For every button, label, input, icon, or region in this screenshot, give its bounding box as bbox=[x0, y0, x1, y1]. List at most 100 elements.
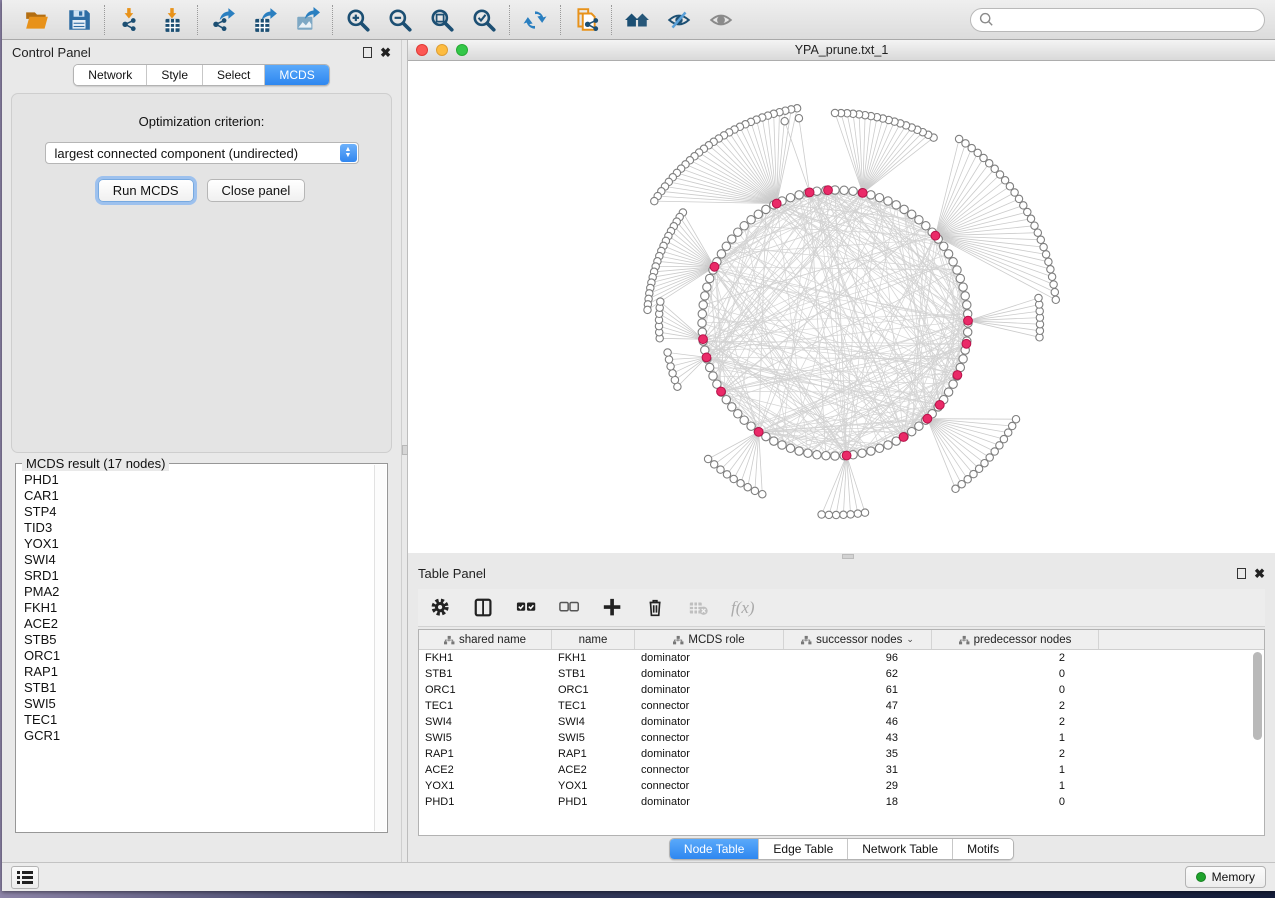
splitter-grip[interactable] bbox=[842, 554, 854, 559]
tab-style[interactable]: Style bbox=[146, 65, 202, 85]
table-cell: SWI4 bbox=[419, 716, 552, 728]
table-cell: dominator bbox=[635, 684, 784, 696]
mcds-result-item[interactable]: PMA2 bbox=[24, 584, 374, 600]
table-header-row: shared namenameMCDS rolesuccessor nodes⌄… bbox=[419, 630, 1264, 650]
table-row[interactable]: ORC1ORC1dominator610 bbox=[419, 682, 1264, 698]
float-panel-icon[interactable] bbox=[1237, 568, 1246, 579]
tab-network-table[interactable]: Network Table bbox=[847, 839, 952, 859]
add-icon[interactable] bbox=[602, 597, 624, 619]
save-icon[interactable] bbox=[65, 6, 93, 34]
horizontal-splitter[interactable] bbox=[408, 553, 1275, 561]
mcds-result-list[interactable]: PHD1CAR1STP4TID3YOX1SWI4SRD1PMA2FKH1ACE2… bbox=[17, 465, 374, 831]
refresh-icon[interactable] bbox=[521, 6, 549, 34]
close-panel-icon[interactable]: ✖ bbox=[1254, 567, 1265, 580]
table-row[interactable]: ACE2ACE2connector311 bbox=[419, 762, 1264, 778]
table-row[interactable]: SWI5SWI5connector431 bbox=[419, 730, 1264, 746]
table-row[interactable]: STB1STB1dominator620 bbox=[419, 666, 1264, 682]
mcds-result-item[interactable]: SWI5 bbox=[24, 696, 374, 712]
float-panel-icon[interactable] bbox=[363, 47, 372, 58]
namespace-icon bbox=[801, 635, 812, 645]
column-header-name[interactable]: name bbox=[552, 630, 635, 649]
export-table-icon[interactable] bbox=[251, 6, 279, 34]
import-network-icon[interactable] bbox=[116, 6, 144, 34]
mcds-result-item[interactable]: ORC1 bbox=[24, 648, 374, 664]
tab-edge-table[interactable]: Edge Table bbox=[758, 839, 847, 859]
home-icon[interactable] bbox=[623, 6, 651, 34]
table-row[interactable]: PHD1PHD1dominator180 bbox=[419, 794, 1264, 810]
table-row[interactable]: RAP1RAP1dominator352 bbox=[419, 746, 1264, 762]
clone-network-icon[interactable] bbox=[572, 6, 600, 34]
table-cell: ORC1 bbox=[552, 684, 635, 696]
mcds-result-item[interactable]: PHD1 bbox=[24, 472, 374, 488]
control-panel-title: Control Panel bbox=[12, 45, 91, 60]
tab-select[interactable]: Select bbox=[202, 65, 264, 85]
run-mcds-button[interactable]: Run MCDS bbox=[98, 179, 194, 202]
hide-eye-icon[interactable] bbox=[665, 6, 693, 34]
import-table-icon[interactable] bbox=[158, 6, 186, 34]
gear-icon[interactable] bbox=[430, 597, 452, 619]
table-cell: YOX1 bbox=[552, 780, 635, 792]
table-row[interactable]: TEC1TEC1connector472 bbox=[419, 698, 1264, 714]
table-cell: PHD1 bbox=[552, 796, 635, 808]
vertical-splitter[interactable] bbox=[401, 40, 408, 862]
mcds-result-item[interactable]: FKH1 bbox=[24, 600, 374, 616]
column-header-MCDS-role[interactable]: MCDS role bbox=[635, 630, 784, 649]
network-window-titlebar: YPA_prune.txt_1 bbox=[408, 40, 1275, 61]
column-header-predecessor-nodes[interactable]: predecessor nodes bbox=[932, 630, 1099, 649]
zoom-fit-icon[interactable] bbox=[428, 6, 456, 34]
mcds-result-item[interactable]: TEC1 bbox=[24, 712, 374, 728]
open-file-icon[interactable] bbox=[23, 6, 51, 34]
mcds-result-item[interactable]: STB5 bbox=[24, 632, 374, 648]
column-header-shared-name[interactable]: shared name bbox=[419, 630, 552, 649]
search-input[interactable] bbox=[970, 8, 1265, 32]
table-cell: 62 bbox=[784, 668, 932, 680]
close-panel-icon[interactable]: ✖ bbox=[380, 46, 391, 59]
namespace-icon bbox=[444, 635, 455, 645]
export-network-icon[interactable] bbox=[209, 6, 237, 34]
table-cell: YOX1 bbox=[419, 780, 552, 792]
tab-mcds[interactable]: MCDS bbox=[264, 65, 328, 85]
table-cell: 1 bbox=[932, 780, 1099, 792]
mcds-result-item[interactable]: SWI4 bbox=[24, 552, 374, 568]
mcds-list-scrollbar[interactable] bbox=[374, 465, 386, 831]
table-panel-title: Table Panel bbox=[418, 566, 486, 581]
columns-icon[interactable] bbox=[473, 597, 495, 619]
table-row[interactable]: FKH1FKH1dominator962 bbox=[419, 650, 1264, 666]
mcds-result-item[interactable]: CAR1 bbox=[24, 488, 374, 504]
table-scrollbar[interactable] bbox=[1253, 652, 1262, 740]
mcds-tab-content: Optimization criterion: largest connecte… bbox=[11, 93, 392, 453]
task-history-button[interactable] bbox=[11, 866, 39, 889]
column-header-successor-nodes[interactable]: successor nodes⌄ bbox=[784, 630, 932, 649]
table-cell: 29 bbox=[784, 780, 932, 792]
memory-button[interactable]: Memory bbox=[1185, 866, 1266, 888]
mcds-result-item[interactable]: ACE2 bbox=[24, 616, 374, 632]
tab-node-table[interactable]: Node Table bbox=[670, 839, 759, 859]
mcds-result-item[interactable]: STP4 bbox=[24, 504, 374, 520]
control-panel-tabs: NetworkStyleSelectMCDS bbox=[73, 64, 329, 86]
delete-table-icon bbox=[688, 597, 710, 619]
mcds-result-item[interactable]: STB1 bbox=[24, 680, 374, 696]
zoom-selected-icon[interactable] bbox=[470, 6, 498, 34]
mcds-result-item[interactable]: YOX1 bbox=[24, 536, 374, 552]
table-row[interactable]: SWI4SWI4dominator462 bbox=[419, 714, 1264, 730]
zoom-in-icon[interactable] bbox=[344, 6, 372, 34]
table-cell: 0 bbox=[932, 684, 1099, 696]
delete-icon[interactable] bbox=[645, 597, 667, 619]
mcds-result-item[interactable]: SRD1 bbox=[24, 568, 374, 584]
export-image-icon[interactable] bbox=[293, 6, 321, 34]
show-eye-icon[interactable] bbox=[707, 6, 735, 34]
application-window: Control Panel ✖ NetworkStyleSelectMCDS O… bbox=[2, 0, 1275, 891]
network-view[interactable] bbox=[408, 61, 1275, 553]
criterion-select[interactable]: largest connected component (undirected)… bbox=[45, 142, 359, 164]
zoom-out-icon[interactable] bbox=[386, 6, 414, 34]
select-all-icon[interactable] bbox=[516, 597, 538, 619]
tab-motifs[interactable]: Motifs bbox=[952, 839, 1013, 859]
tab-network[interactable]: Network bbox=[74, 65, 146, 85]
namespace-icon bbox=[673, 635, 684, 645]
mcds-result-item[interactable]: GCR1 bbox=[24, 728, 374, 744]
mcds-result-item[interactable]: RAP1 bbox=[24, 664, 374, 680]
close-panel-button[interactable]: Close panel bbox=[207, 179, 306, 202]
deselect-all-icon[interactable] bbox=[559, 597, 581, 619]
mcds-result-item[interactable]: TID3 bbox=[24, 520, 374, 536]
table-row[interactable]: YOX1YOX1connector291 bbox=[419, 778, 1264, 794]
